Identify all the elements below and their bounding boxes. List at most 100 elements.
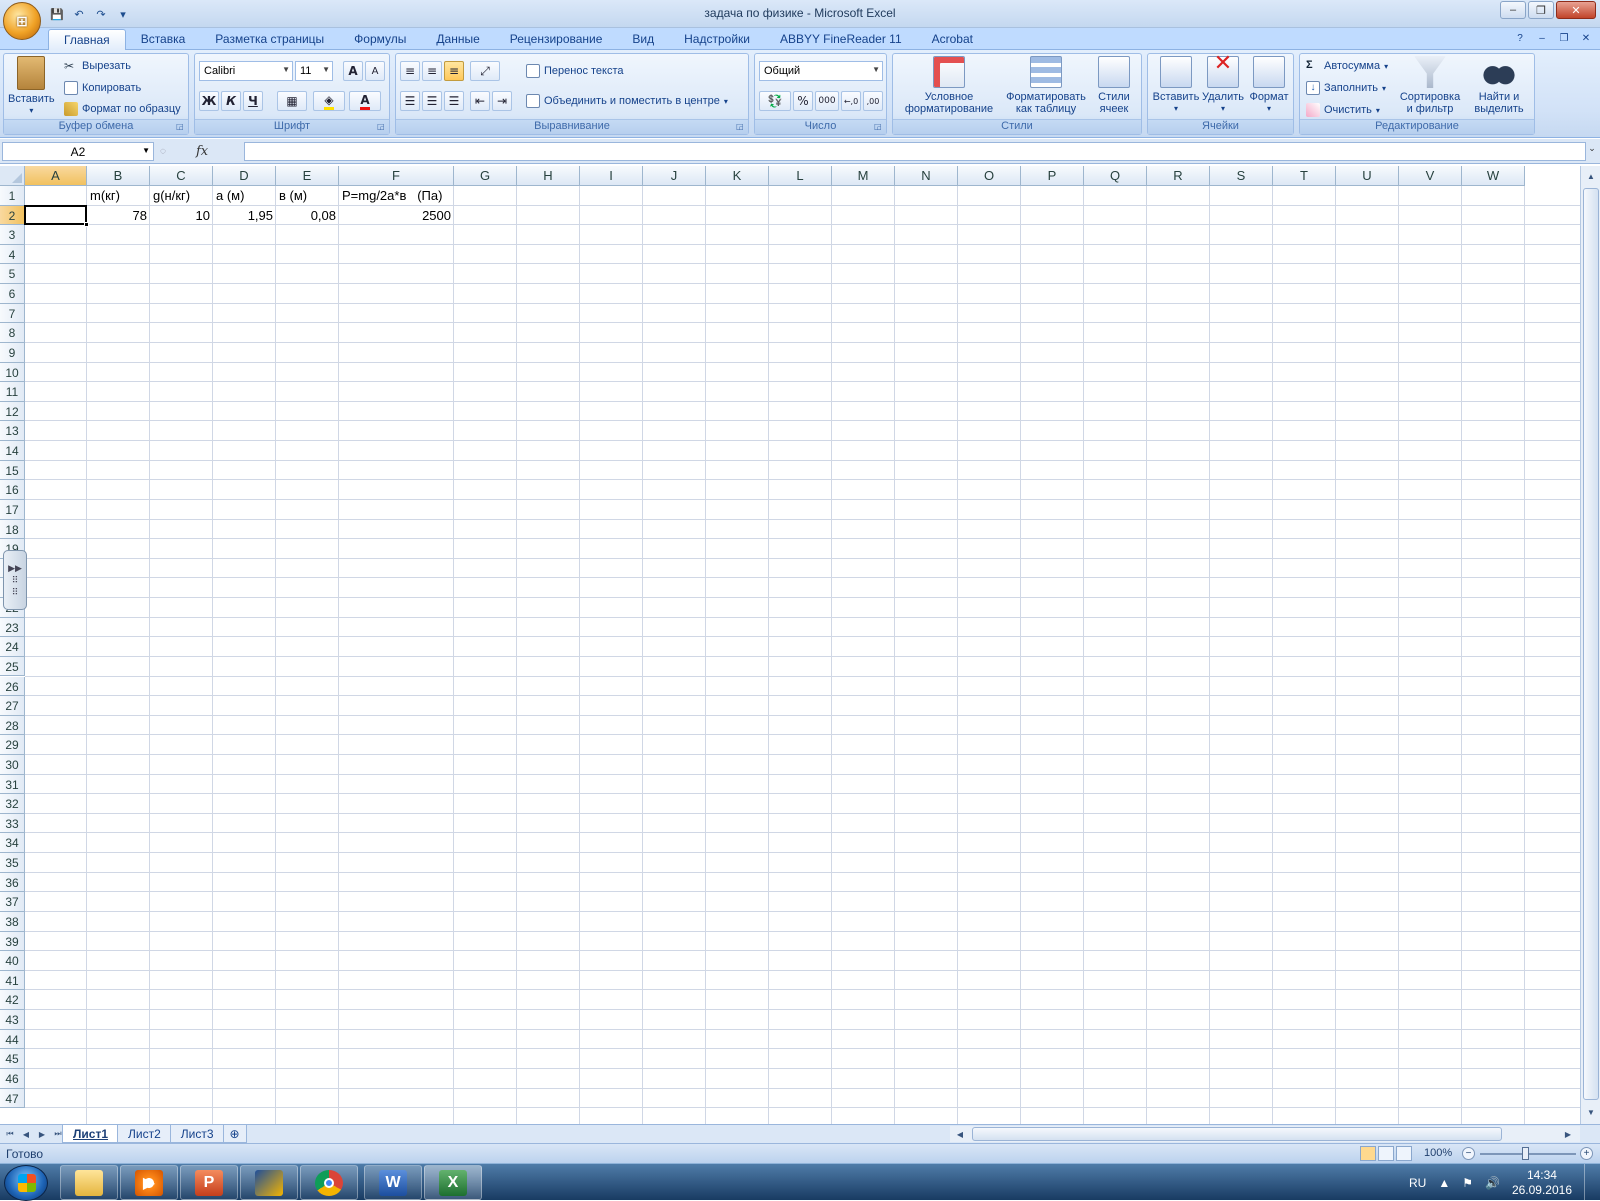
align-left-button[interactable]: ☰ xyxy=(400,91,420,111)
align-bottom-button[interactable]: ≡ xyxy=(444,61,464,81)
workbook-restore-button[interactable]: ❐ xyxy=(1556,30,1572,46)
thousands-separator-button[interactable]: 000 xyxy=(815,91,839,111)
prev-sheet-icon[interactable]: ◀ xyxy=(20,1127,32,1141)
taskbar-chrome[interactable] xyxy=(300,1165,358,1200)
column-header-L[interactable]: L xyxy=(769,166,832,186)
tab-insert[interactable]: Вставка xyxy=(126,29,201,50)
normal-view-icon[interactable] xyxy=(1360,1146,1376,1161)
row-header-36[interactable]: 36 xyxy=(0,872,25,893)
row-header-43[interactable]: 43 xyxy=(0,1010,25,1030)
row-header-25[interactable]: 25 xyxy=(0,656,25,677)
row-header-12[interactable]: 12 xyxy=(0,401,25,422)
column-header-A[interactable]: A xyxy=(25,166,87,186)
cell-C1[interactable]: g(н/кг) xyxy=(150,186,213,206)
paste-button[interactable]: Вставить ▾ xyxy=(8,56,55,117)
tab-page-layout[interactable]: Разметка страницы xyxy=(200,29,339,50)
cell-E1[interactable]: в (м) xyxy=(276,186,339,206)
action-center-flag-icon[interactable]: ⚑ xyxy=(1462,1176,1473,1190)
office-button[interactable]: ⊞ xyxy=(3,2,41,40)
row-header-41[interactable]: 41 xyxy=(0,970,25,991)
vertical-scroll-thumb[interactable] xyxy=(1583,188,1599,1100)
column-header-Q[interactable]: Q xyxy=(1084,166,1147,186)
row-header-6[interactable]: 6 xyxy=(0,284,25,304)
column-header-J[interactable]: J xyxy=(643,166,706,186)
delete-cells-button[interactable]: ✕ Удалить ▾ xyxy=(1200,52,1246,115)
taskbar-word[interactable]: W xyxy=(364,1165,422,1200)
alignment-launcher-icon[interactable]: ◲ xyxy=(736,122,746,132)
row-header-11[interactable]: 11 xyxy=(0,382,25,402)
clock[interactable]: 14:34 26.09.2016 xyxy=(1512,1168,1572,1198)
tab-abbyy[interactable]: ABBYY FineReader 11 xyxy=(765,29,917,50)
row-header-42[interactable]: 42 xyxy=(0,990,25,1011)
increase-indent-button[interactable]: ⇥ xyxy=(492,91,512,111)
next-sheet-icon[interactable]: ▶ xyxy=(36,1127,48,1141)
increase-decimal-button[interactable]: ←,0 xyxy=(841,91,861,111)
align-right-button[interactable]: ☰ xyxy=(444,91,464,111)
row-header-3[interactable]: 3 xyxy=(0,225,25,245)
cell-D1[interactable]: а (м) xyxy=(213,186,276,206)
row-header-15[interactable]: 15 xyxy=(0,460,25,481)
maximize-button[interactable]: ❐ xyxy=(1528,1,1554,19)
row-header-26[interactable]: 26 xyxy=(0,676,25,697)
format-cells-button[interactable]: Формат ▾ xyxy=(1246,56,1292,115)
formula-input[interactable] xyxy=(244,142,1586,161)
column-header-M[interactable]: M xyxy=(832,166,895,186)
row-header-28[interactable]: 28 xyxy=(0,715,25,736)
clear-button[interactable]: Очистить ▾ xyxy=(1306,101,1380,119)
minimize-button[interactable]: ‒ xyxy=(1500,1,1526,19)
column-header-C[interactable]: C xyxy=(150,166,213,186)
align-center-button[interactable]: ☰ xyxy=(422,91,442,111)
tab-view[interactable]: Вид xyxy=(617,29,669,50)
tab-home[interactable]: Главная xyxy=(48,29,126,50)
row-header-45[interactable]: 45 xyxy=(0,1049,25,1069)
decrease-indent-button[interactable]: ⇤ xyxy=(470,91,490,111)
row-header-37[interactable]: 37 xyxy=(0,892,25,912)
row-header-13[interactable]: 13 xyxy=(0,421,25,442)
align-middle-button[interactable]: ≡ xyxy=(422,61,442,81)
column-header-E[interactable]: E xyxy=(276,166,339,186)
cell-F1[interactable]: P=mg/2a*в (Па) xyxy=(339,186,454,206)
accounting-format-button[interactable]: 💱 xyxy=(759,91,791,111)
bold-button[interactable]: Ж xyxy=(199,91,219,111)
cell-C2[interactable]: 10 xyxy=(150,206,213,226)
row-header-16[interactable]: 16 xyxy=(0,480,25,500)
borders-button[interactable]: ▦ xyxy=(277,91,307,111)
italic-button[interactable]: К xyxy=(221,91,241,111)
row-header-5[interactable]: 5 xyxy=(0,264,25,285)
row-header-14[interactable]: 14 xyxy=(0,441,25,461)
row-header-17[interactable]: 17 xyxy=(0,499,25,520)
volume-icon[interactable]: 🔊 xyxy=(1485,1176,1500,1190)
row-header-33[interactable]: 33 xyxy=(0,813,25,834)
row-header-10[interactable]: 10 xyxy=(0,362,25,383)
font-size-combo[interactable]: 11 ▼ xyxy=(295,61,333,81)
font-launcher-icon[interactable]: ◲ xyxy=(377,122,387,132)
scroll-up-icon[interactable]: ▲ xyxy=(1583,168,1599,184)
fill-handle[interactable] xyxy=(84,222,89,228)
cell-E2[interactable]: 0,08 xyxy=(276,206,339,226)
insert-cells-button[interactable]: Вставить ▾ xyxy=(1152,56,1200,115)
taskbar-excel[interactable]: X xyxy=(424,1165,482,1200)
zoom-level[interactable]: 100% xyxy=(1424,1147,1452,1159)
align-top-button[interactable]: ≡ xyxy=(400,61,420,81)
row-header-34[interactable]: 34 xyxy=(0,833,25,854)
zoom-slider-thumb[interactable] xyxy=(1522,1147,1529,1160)
row-header-23[interactable]: 23 xyxy=(0,617,25,638)
column-header-F[interactable]: F xyxy=(339,166,454,186)
column-header-G[interactable]: G xyxy=(454,166,517,186)
clipboard-launcher-icon[interactable]: ◲ xyxy=(176,122,186,132)
row-header-46[interactable]: 46 xyxy=(0,1068,25,1089)
tab-acrobat[interactable]: Acrobat xyxy=(917,29,988,50)
row-header-35[interactable]: 35 xyxy=(0,853,25,873)
taskbar-media-player[interactable]: ▶ xyxy=(120,1165,178,1200)
row-header-29[interactable]: 29 xyxy=(0,735,25,755)
column-header-U[interactable]: U xyxy=(1336,166,1399,186)
column-header-O[interactable]: O xyxy=(958,166,1021,186)
page-break-view-icon[interactable] xyxy=(1396,1146,1412,1161)
taskbar-powerpoint[interactable]: P xyxy=(180,1165,238,1200)
taskbar-app[interactable] xyxy=(240,1165,298,1200)
name-box[interactable]: A2 ▼ xyxy=(2,142,154,161)
find-select-button[interactable]: Найти и выделить xyxy=(1466,56,1532,115)
percent-button[interactable]: % xyxy=(793,91,813,111)
underline-button[interactable]: Ч xyxy=(243,91,263,111)
name-box-arrow-icon[interactable]: ▼ xyxy=(142,146,150,155)
